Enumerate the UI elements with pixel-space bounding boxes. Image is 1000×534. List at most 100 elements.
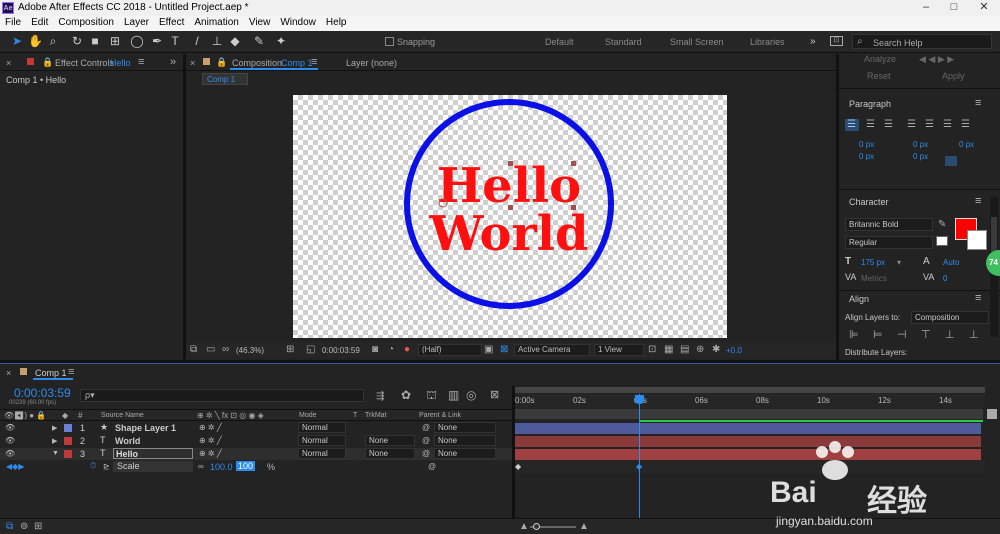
zoom-dropdown[interactable]: (46.3%) bbox=[236, 346, 264, 355]
pen-tool-icon[interactable]: ✒ bbox=[150, 34, 164, 48]
close-comp-tab-icon[interactable]: × bbox=[190, 58, 195, 68]
motion-blur-icon[interactable]: ◎ bbox=[466, 389, 476, 401]
menu-edit[interactable]: Edit bbox=[26, 16, 53, 28]
close-tab-icon[interactable]: × bbox=[6, 58, 11, 68]
indent-first-value[interactable]: 0 px bbox=[959, 140, 974, 149]
timeline-menu-icon[interactable]: ≡ bbox=[68, 366, 74, 378]
justify-all-icon[interactable]: ☰ bbox=[961, 120, 970, 130]
work-area-range[interactable] bbox=[515, 409, 983, 419]
align-right-icon[interactable]: ☰ bbox=[884, 120, 893, 130]
maximize-button[interactable]: □ bbox=[940, 0, 968, 16]
exposure-value[interactable]: +0.0 bbox=[726, 346, 742, 355]
parent-header[interactable]: Parent & Link bbox=[419, 412, 461, 419]
menu-window[interactable]: Window bbox=[275, 16, 321, 28]
region-of-interest-icon[interactable]: ▣ bbox=[484, 345, 493, 355]
roto-brush-tool-icon[interactable]: ✎ bbox=[252, 34, 266, 48]
indent-left-value[interactable]: 0 px bbox=[859, 140, 874, 149]
layer-label-color[interactable] bbox=[64, 424, 72, 432]
show-snapshot-icon[interactable]: ◔ bbox=[388, 345, 394, 355]
justify-last-center-icon[interactable]: ☰ bbox=[925, 120, 934, 130]
parent-dropdown[interactable]: None bbox=[434, 435, 496, 446]
layer-switches-toggle-icon[interactable]: ⧉ bbox=[6, 522, 13, 532]
eyedropper-icon[interactable]: ✎ bbox=[938, 220, 946, 230]
constrain-link-icon[interactable]: ∞ bbox=[198, 462, 204, 471]
mode-header[interactable]: Mode bbox=[299, 412, 317, 419]
collapse-triangle-icon[interactable]: ▼ bbox=[52, 450, 59, 457]
pickwhip-icon[interactable]: @ bbox=[422, 436, 430, 445]
keyframe-start-icon[interactable]: ◆ bbox=[515, 462, 521, 471]
comp-nav-tab[interactable]: Comp 1 bbox=[202, 73, 248, 85]
font-size-value[interactable]: 175 px bbox=[861, 258, 885, 267]
viewer-timecode[interactable]: 0:00:03:59 bbox=[322, 346, 360, 355]
visibility-eye-icon[interactable]: 👁 bbox=[5, 449, 15, 458]
layer-tab[interactable]: Layer (none) bbox=[346, 58, 397, 68]
workspace-default[interactable]: Default bbox=[545, 37, 574, 47]
zoom-out-icon[interactable]: ▲ bbox=[519, 522, 529, 532]
graph-editor-icon[interactable]: ⊠ bbox=[490, 390, 499, 401]
scale-y-value[interactable]: 100 bbox=[236, 461, 256, 471]
type-tool-icon[interactable]: T bbox=[168, 34, 182, 48]
layer-label-color[interactable] bbox=[64, 450, 72, 458]
draft-3d-icon[interactable]: ✿ bbox=[401, 389, 411, 401]
workspace-libraries[interactable]: Libraries bbox=[750, 37, 785, 47]
color-channels-icon[interactable]: ● bbox=[404, 345, 410, 355]
search-help-box[interactable]: ⌕ Search Help bbox=[852, 34, 992, 49]
minimize-button[interactable]: – bbox=[912, 0, 940, 16]
align-v-center-icon[interactable]: ⊥ bbox=[945, 330, 955, 341]
leading-value[interactable]: Auto bbox=[943, 258, 959, 267]
timeline-icon[interactable]: ▤ bbox=[680, 345, 689, 355]
time-stretch-toggle-icon[interactable]: ⊞ bbox=[34, 522, 42, 532]
always-preview-icon[interactable]: ⧉ bbox=[190, 345, 197, 355]
resolution-dropdown[interactable]: (Half) bbox=[418, 344, 482, 356]
menu-composition[interactable]: Composition bbox=[53, 16, 119, 28]
lock-icon[interactable]: 🔒 bbox=[42, 57, 53, 68]
layer-label-color[interactable] bbox=[64, 437, 72, 445]
tracker-arrows-icon[interactable]: ◀ ◀ ▶ ▶ bbox=[919, 54, 954, 65]
switches-icon[interactable]: ⊕ ✲ ╱ bbox=[199, 436, 222, 445]
justify-last-right-icon[interactable]: ☰ bbox=[943, 120, 952, 130]
sync-settings-icon[interactable]: ⊡ bbox=[830, 36, 843, 46]
expand-panels-icon[interactable]: » bbox=[170, 56, 176, 68]
panel-menu-icon[interactable]: ≡ bbox=[138, 56, 144, 68]
menu-view[interactable]: View bbox=[244, 16, 276, 28]
font-family-dropdown[interactable]: Britannic Bold bbox=[845, 218, 933, 231]
world-text-layer[interactable]: World bbox=[428, 206, 588, 262]
work-area-bar[interactable] bbox=[515, 387, 985, 393]
set-black-white-icon[interactable] bbox=[936, 236, 948, 246]
bbox-handle[interactable] bbox=[571, 161, 576, 166]
safe-zones-icon[interactable]: ⊞ bbox=[286, 345, 294, 355]
align-top-edges-icon[interactable]: ⊤ bbox=[921, 330, 931, 341]
blend-mode-dropdown[interactable]: Normal bbox=[298, 448, 346, 459]
trkmat-header[interactable]: TrkMat bbox=[365, 412, 387, 419]
menu-file[interactable]: File bbox=[0, 16, 26, 28]
search-help-input[interactable]: Search Help bbox=[873, 38, 923, 48]
space-before-value[interactable]: 0 px bbox=[859, 152, 874, 161]
composition-tab[interactable]: Composition bbox=[232, 58, 282, 68]
keyframe-nav-icon[interactable]: ◀◆▶ bbox=[6, 462, 24, 471]
more-workspaces-icon[interactable]: » bbox=[810, 36, 816, 47]
trkmat-dropdown[interactable]: None bbox=[365, 435, 415, 446]
stroke-color-swatch[interactable] bbox=[967, 230, 987, 250]
effect-controls-tab[interactable]: Effect Controls bbox=[55, 58, 114, 68]
current-time-indicator[interactable] bbox=[639, 394, 640, 524]
brush-tool-icon[interactable]: / bbox=[190, 34, 204, 48]
workspace-standard[interactable]: Standard bbox=[605, 37, 642, 47]
snapping-checkbox[interactable] bbox=[385, 37, 394, 46]
tracking-value[interactable]: 0 bbox=[943, 274, 947, 283]
frame-blending-icon[interactable]: ▥ bbox=[448, 389, 459, 401]
pickwhip-icon[interactable]: @ bbox=[422, 423, 430, 432]
font-style-dropdown[interactable]: Regular bbox=[845, 236, 933, 249]
layer-name[interactable]: Hello bbox=[113, 448, 193, 459]
clone-stamp-tool-icon[interactable]: ⊥ bbox=[210, 34, 224, 48]
timeline-search-input[interactable]: ρ▾ bbox=[80, 389, 364, 402]
snapshot-camera-icon[interactable]: ◙ bbox=[372, 345, 378, 355]
timeline-timecode[interactable]: 0:00:03:59 bbox=[14, 386, 71, 400]
align-bottom-edges-icon[interactable]: ⊥ bbox=[969, 330, 979, 341]
paragraph-menu-icon[interactable]: ≡ bbox=[975, 97, 981, 109]
time-ruler[interactable]: 0:00s 02s 04s 06s 08s 10s 12s 14s bbox=[515, 394, 985, 408]
puppet-tool-icon[interactable]: ✦ bbox=[274, 34, 288, 48]
layer-name[interactable]: World bbox=[115, 436, 140, 446]
expand-triangle-icon[interactable]: ▶ bbox=[52, 424, 57, 432]
layer-name[interactable]: Shape Layer 1 bbox=[115, 423, 176, 433]
toggle-pixel-aspect-icon[interactable]: ⊡ bbox=[648, 345, 656, 355]
